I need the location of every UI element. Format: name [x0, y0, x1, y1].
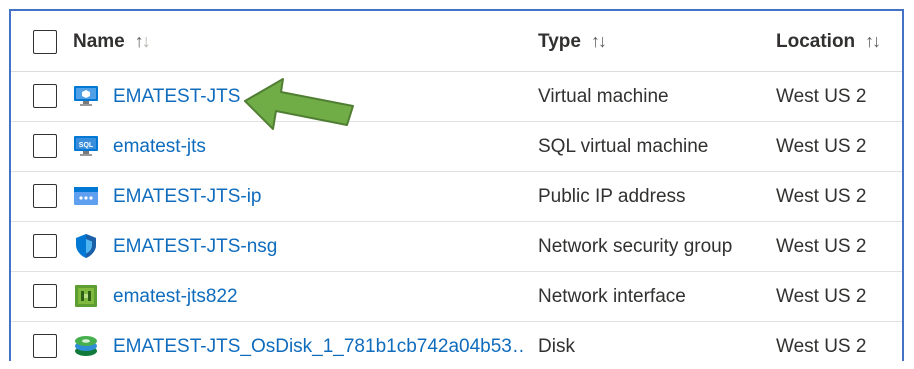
row-checkbox[interactable] — [33, 184, 57, 208]
row-checkbox[interactable] — [33, 134, 57, 158]
column-header-name-label: Name — [73, 31, 125, 52]
resource-type: Network security group — [538, 236, 733, 257]
sql-icon-label: SQL — [79, 142, 94, 149]
resource-location: West US 2 — [776, 136, 867, 157]
column-header-name[interactable]: Name ↑↓ — [73, 31, 151, 53]
sort-icon[interactable]: ↑↓ — [135, 31, 151, 52]
resource-location: West US 2 — [776, 286, 867, 307]
row-checkbox[interactable] — [33, 334, 57, 358]
resource-location: West US 2 — [776, 236, 867, 257]
resource-type: SQL virtual machine — [538, 136, 709, 157]
row-checkbox[interactable] — [33, 84, 57, 108]
select-all-checkbox[interactable] — [33, 30, 57, 54]
network-interface-icon — [75, 285, 97, 307]
table-header: Name ↑↓ Type ↑↓ Location ↑↓ — [11, 11, 902, 72]
resource-link[interactable]: EMATEST-JTS-ip — [113, 186, 262, 208]
table-row[interactable]: EMATEST-JTS Virtual machine West US 2 — [11, 71, 902, 122]
table-row[interactable]: SQL ematest-jts SQL virtual machine West… — [11, 121, 902, 172]
disk-icon — [75, 336, 97, 356]
virtual-machine-icon — [74, 86, 98, 106]
resource-type: Public IP address — [538, 186, 686, 207]
resource-location: West US 2 — [776, 336, 867, 357]
column-header-type[interactable]: Type ↑↓ — [538, 31, 607, 53]
table-row[interactable]: EMATEST-JTS-nsg Network security group W… — [11, 221, 902, 272]
column-header-location-label: Location — [776, 31, 856, 52]
row-checkbox[interactable] — [33, 234, 57, 258]
resource-link[interactable]: EMATEST-JTS_OsDisk_1_781b1cb742a04b53… — [113, 336, 523, 358]
sql-virtual-machine-icon: SQL — [74, 136, 98, 156]
public-ip-icon — [74, 187, 98, 205]
table-row[interactable]: EMATEST-JTS_OsDisk_1_781b1cb742a04b53… D… — [11, 321, 902, 361]
column-header-location[interactable]: Location ↑↓ — [776, 31, 881, 53]
sort-icon[interactable]: ↑↓ — [591, 31, 607, 52]
table-row[interactable]: EMATEST-JTS-ip Public IP address West US… — [11, 171, 902, 222]
column-header-type-label: Type — [538, 31, 581, 52]
network-security-group-icon — [76, 234, 96, 258]
resource-list-panel: Name ↑↓ Type ↑↓ Location ↑↓ EMATEST-JTS Vir… — [9, 9, 904, 361]
resource-location: West US 2 — [776, 86, 867, 107]
sort-icon[interactable]: ↑↓ — [865, 31, 881, 52]
resource-type: Disk — [538, 336, 575, 357]
resource-location: West US 2 — [776, 186, 867, 207]
resource-link[interactable]: ematest-jts — [113, 136, 206, 158]
row-checkbox[interactable] — [33, 284, 57, 308]
table-row[interactable]: ematest-jts822 Network interface West US… — [11, 271, 902, 322]
resource-link[interactable]: EMATEST-JTS — [113, 86, 240, 108]
annotation-arrow-icon — [244, 78, 354, 130]
resource-link[interactable]: ematest-jts822 — [113, 286, 238, 308]
resource-type: Virtual machine — [538, 86, 669, 107]
resource-type: Network interface — [538, 286, 686, 307]
resource-link[interactable]: EMATEST-JTS-nsg — [113, 236, 277, 258]
